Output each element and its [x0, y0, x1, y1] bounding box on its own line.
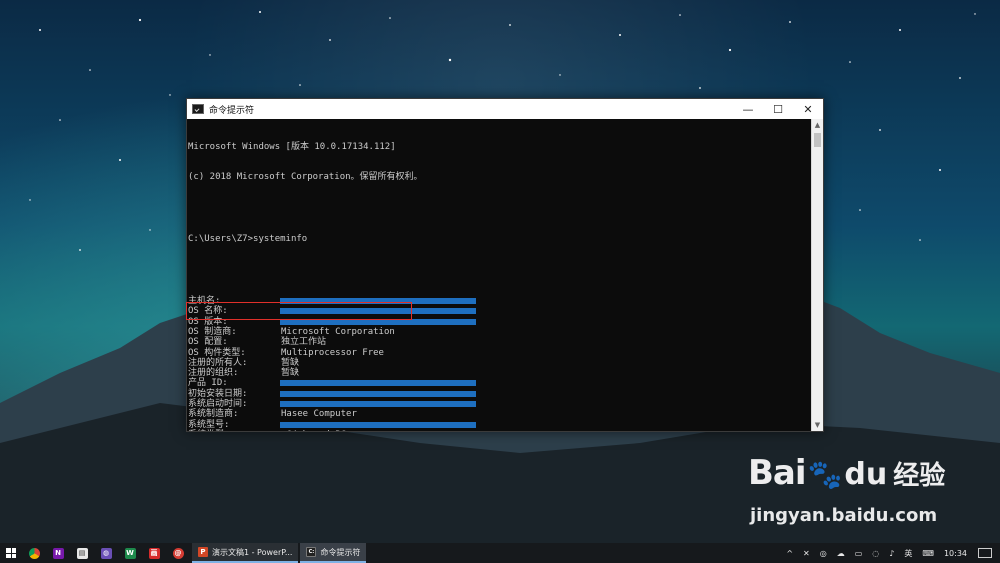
systeminfo-label: OS 构件类型:: [188, 347, 246, 358]
systeminfo-value: Hasee Computer: [281, 409, 357, 420]
systeminfo-label: OS 配置:: [188, 337, 228, 348]
systeminfo-row: 产品 ID:: [188, 378, 811, 388]
systeminfo-row: 系统类型:x64-based PC: [188, 430, 811, 431]
taskbar-pin-red-app[interactable]: 画: [142, 543, 166, 563]
watermark-url: jingyan.baidu.com: [750, 505, 938, 526]
systeminfo-value: Microsoft Corporation: [281, 326, 395, 337]
task-label: 演示文稿1 - PowerP...: [212, 547, 293, 557]
command-prompt-window[interactable]: 命令提示符 — ☐ ✕ Microsoft Windows [版本 10.0.1…: [186, 98, 824, 432]
show-hidden-icons-icon[interactable]: ^: [786, 549, 793, 558]
network-icon[interactable]: ◌: [872, 549, 879, 558]
systeminfo-value: 独立工作站: [281, 337, 327, 348]
maximize-button[interactable]: ☐: [763, 99, 793, 119]
scroll-up-icon[interactable]: ▲: [812, 119, 823, 131]
taskbar-pin-sheets[interactable]: W: [118, 543, 142, 563]
systeminfo-row: OS 配置: 独立工作站: [188, 337, 811, 347]
window-title: 命令提示符: [209, 105, 255, 116]
systeminfo-row: 初始安装日期:: [188, 389, 811, 399]
taskbar-pin-chrome[interactable]: [22, 543, 46, 563]
systeminfo-label: 系统型号:: [188, 419, 230, 430]
console-output[interactable]: Microsoft Windows [版本 10.0.17134.112] (c…: [187, 119, 811, 431]
systeminfo-value: 暂缺: [281, 368, 300, 379]
taskbar: N ▤ ◍ W 画 @ P 演示文稿1 - PowerP... C: 命令提示符…: [0, 543, 1000, 563]
systeminfo-value: 暂缺: [281, 357, 300, 368]
taskbar-pin-app[interactable]: ◍: [94, 543, 118, 563]
console-header-line: Microsoft Windows [版本 10.0.17134.112]: [188, 141, 396, 152]
paw-icon: 🐾: [807, 458, 843, 491]
scroll-down-icon[interactable]: ▼: [812, 419, 823, 431]
systeminfo-row: OS 制造商: Microsoft Corporation: [188, 327, 811, 337]
redaction-bar: [280, 421, 476, 428]
close-button[interactable]: ✕: [793, 99, 823, 119]
console-prompt-line: C:\Users\Z7>systeminfo: [188, 234, 308, 245]
keyboard-icon[interactable]: ⌨: [922, 549, 934, 558]
clock-time[interactable]: 10:34: [944, 549, 967, 558]
systeminfo-label: 系统制造商:: [188, 409, 239, 420]
baidu-logo: Bai 🐾 du 经验: [748, 453, 945, 493]
system-tray: ^ ✕ ◎ ☁ ▭ ◌ ♪ 英 ⌨ 10:34: [781, 543, 1000, 563]
taskbar-pin-netease[interactable]: @: [166, 543, 190, 563]
red-app-icon: 画: [148, 547, 160, 559]
tray-app-icon[interactable]: ◎: [820, 549, 827, 558]
systeminfo-label: 系统启动时间:: [188, 399, 248, 410]
task-label: 命令提示符: [320, 547, 361, 557]
notification-icon[interactable]: [978, 548, 992, 558]
scrollbar-thumb[interactable]: [814, 133, 821, 147]
systeminfo-label: 注册的组织:: [188, 368, 239, 379]
systeminfo-row: 系统启动时间:: [188, 399, 811, 409]
systeminfo-row: 注册的组织: 暂缺: [188, 368, 811, 378]
console-app-icon[interactable]: [192, 104, 204, 114]
taskbar-task-cmd[interactable]: C: 命令提示符: [300, 543, 367, 563]
chrome-icon: [28, 547, 40, 559]
logo-text-bai: Bai: [748, 453, 807, 493]
onenote-icon: N: [52, 547, 64, 559]
logo-text-du: du: [844, 457, 888, 492]
cmd-icon: C:: [306, 547, 317, 557]
systeminfo-label: 系统类型:: [188, 430, 281, 431]
baidu-jingyan-watermark: Bai 🐾 du 经验 jingyan.baidu.com: [748, 453, 948, 543]
taskbar-pin-onenote[interactable]: N: [46, 543, 70, 563]
systeminfo-row: 注册的所有人: 暂缺: [188, 358, 811, 368]
systeminfo-label: 产品 ID:: [188, 378, 228, 389]
ime-indicator[interactable]: 英: [904, 548, 912, 559]
systeminfo-value: x64-based PC: [281, 430, 346, 431]
console-copyright-line: (c) 2018 Microsoft Corporation。保留所有权利。: [188, 172, 423, 183]
spreadsheet-icon: W: [124, 547, 136, 559]
window-controls: — ☐ ✕: [733, 99, 823, 119]
start-button[interactable]: [0, 543, 22, 563]
cloud-icon[interactable]: ☁: [837, 549, 845, 558]
music-app-icon: @: [172, 547, 184, 559]
redaction-bar: [280, 401, 476, 408]
console-scrollbar[interactable]: ▲ ▼: [811, 119, 823, 431]
minimize-button[interactable]: —: [733, 99, 763, 119]
taskbar-task-powerpoint[interactable]: P 演示文稿1 - PowerP...: [192, 543, 299, 563]
powerpoint-icon: P: [198, 547, 208, 557]
volume-icon[interactable]: ♪: [889, 549, 894, 558]
system-type-highlight: [186, 302, 412, 320]
redaction-bar: [280, 390, 476, 397]
tray-app-icon[interactable]: ✕: [803, 549, 810, 558]
battery-icon[interactable]: ▭: [855, 549, 863, 558]
systeminfo-label: 初始安装日期:: [188, 388, 248, 399]
taskbar-pin-files[interactable]: ▤: [70, 543, 94, 563]
systeminfo-row: 系统制造商: Hasee Computer: [188, 409, 811, 419]
redaction-bar: [280, 380, 476, 387]
windows-logo-icon: [6, 548, 16, 558]
systeminfo-value: Multiprocessor Free: [281, 347, 384, 358]
file-icon: ▤: [76, 547, 88, 559]
systeminfo-label: OS 制造商:: [188, 326, 237, 337]
systeminfo-row: 系统型号:: [188, 420, 811, 430]
systeminfo-row: OS 构件类型: Multiprocessor Free: [188, 348, 811, 358]
window-titlebar[interactable]: 命令提示符 — ☐ ✕: [187, 99, 823, 119]
systeminfo-label: 注册的所有人:: [188, 357, 248, 368]
logo-text-jingyan: 经验: [893, 461, 946, 491]
app-icon: ◍: [100, 547, 112, 559]
